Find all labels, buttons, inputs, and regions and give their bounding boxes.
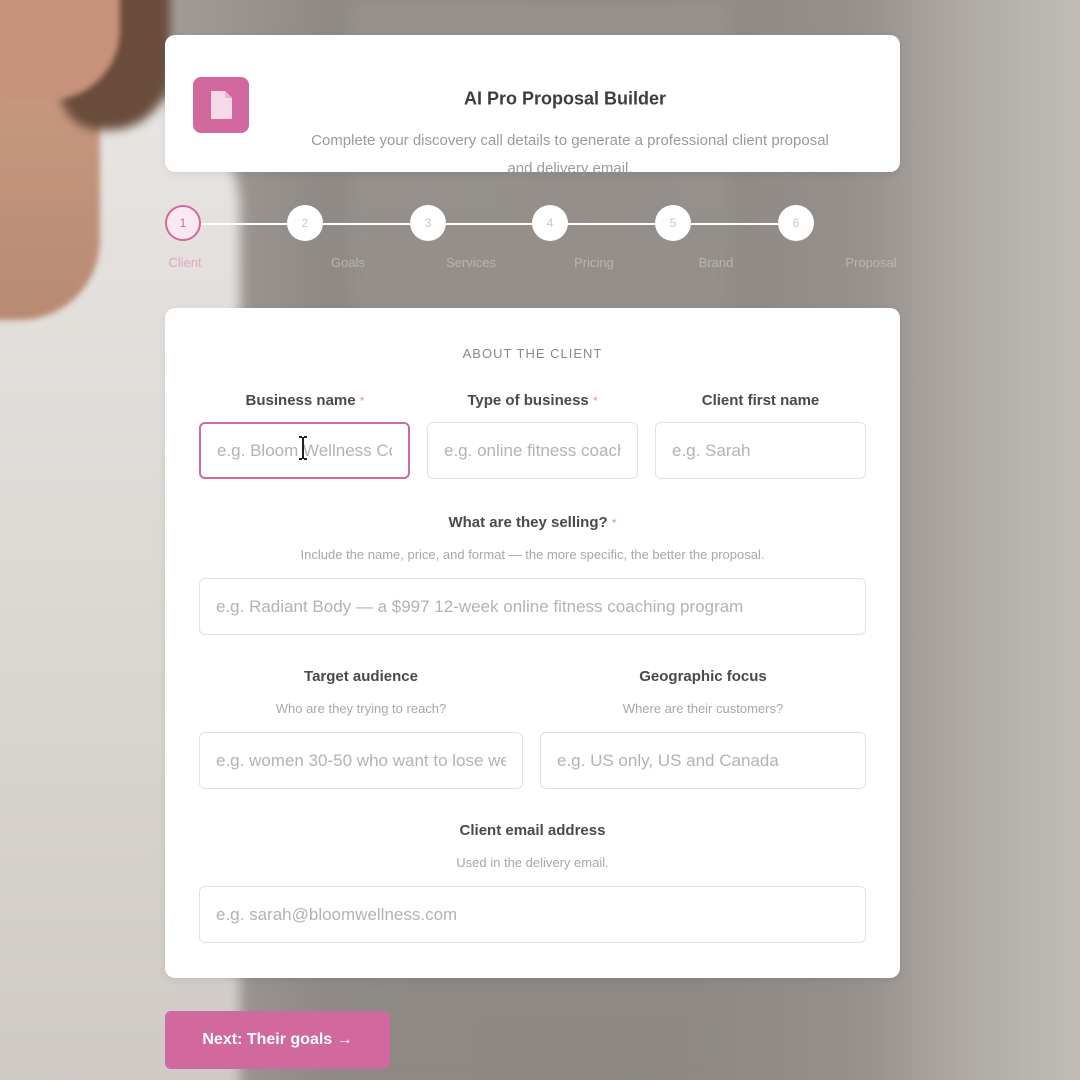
client-first-name-label: Client first name: [701, 392, 820, 409]
business-type-input[interactable]: e.g. online fitness coach: [427, 422, 638, 479]
step-4-label: Pricing: [574, 255, 614, 270]
selling-label: What are they selling? *: [448, 514, 617, 531]
step-1-dot[interactable]: 1: [165, 205, 201, 241]
client-first-name-input[interactable]: e.g. Sarah: [655, 422, 866, 479]
target-audience-label: Target audience: [304, 668, 418, 685]
page-subtitle: Complete your discovery call details to …: [311, 132, 829, 177]
geographic-focus-label: Geographic focus: [639, 668, 767, 685]
step-4-dot[interactable]: 4: [532, 205, 568, 241]
business-type-label: Type of business *: [467, 392, 598, 409]
selling-input[interactable]: e.g. Radiant Body — a $997 12-week onlin…: [199, 578, 866, 635]
client-form-card: ABOUT THE CLIENT Business name * Type of…: [165, 308, 900, 978]
step-2-dot[interactable]: 2: [287, 205, 323, 241]
selling-hint: Include the name, price, and format — th…: [300, 547, 765, 562]
step-6-dot[interactable]: 6: [778, 205, 814, 241]
step-3-label: Services: [446, 255, 496, 270]
step-2-label: Goals: [331, 255, 365, 270]
next-button[interactable]: Next: Their goals →: [165, 1011, 390, 1069]
geographic-focus-hint: Where are their customers?: [622, 701, 784, 716]
target-audience-input[interactable]: e.g. women 30-50 who want to lose weight: [199, 732, 523, 789]
business-name-label: Business name *: [245, 392, 365, 409]
header-card: AI Pro Proposal Builder Complete your di…: [165, 35, 900, 177]
step-1-label: Client: [168, 255, 202, 270]
step-3-dot[interactable]: 3: [410, 205, 446, 241]
page-title: AI Pro Proposal Builder: [463, 88, 667, 109]
stepper-line: [183, 223, 795, 225]
text-cursor-icon: [299, 436, 307, 460]
client-email-label: Client email address: [459, 822, 606, 839]
client-email-input[interactable]: e.g. sarah@bloomwellness.com: [199, 886, 866, 943]
client-email-hint: Used in the delivery email.: [456, 855, 609, 870]
geographic-focus-input[interactable]: e.g. US only, US and Canada: [540, 732, 866, 789]
progress-stepper: 1 2 3 4 5 6 Client Goals Services Pricin…: [165, 204, 900, 274]
step-6-label: Proposal: [845, 255, 897, 270]
document-icon: [193, 77, 249, 133]
step-5-label: Brand: [698, 255, 734, 270]
section-title: ABOUT THE CLIENT: [462, 346, 603, 361]
step-5-dot[interactable]: 5: [655, 205, 691, 241]
target-audience-hint: Who are they trying to reach?: [275, 701, 447, 716]
